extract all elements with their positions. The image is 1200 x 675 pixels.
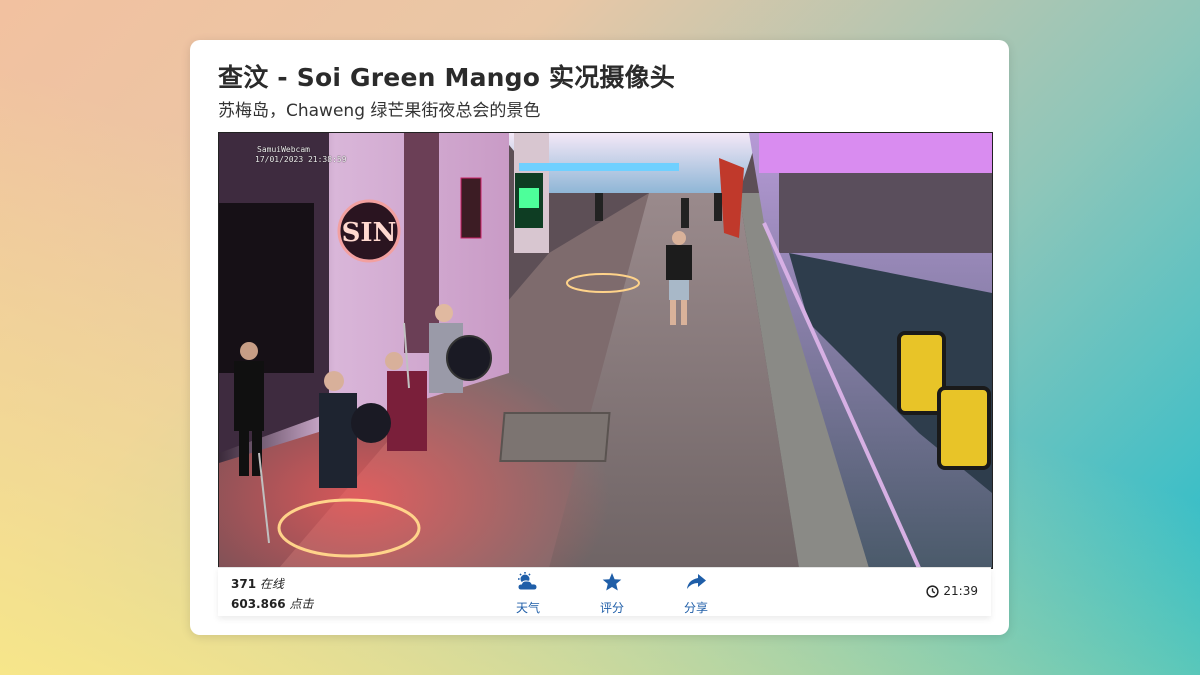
share-button[interactable]: 分享 xyxy=(666,572,726,616)
views-label: 点击 xyxy=(289,597,314,611)
online-stat: 371 在线 xyxy=(231,574,314,594)
clock-icon xyxy=(926,584,940,598)
webcam-image: SIN xyxy=(219,133,992,568)
views-count: 603.866 xyxy=(231,597,286,611)
share-label: 分享 xyxy=(683,601,708,615)
webcam-brand-overlay: SamuiWebcam xyxy=(257,145,310,154)
webcam-timestamp-overlay: 17/01/2023 21:38:59 xyxy=(255,155,347,164)
online-label: 在线 xyxy=(259,577,284,591)
rate-button[interactable]: 评分 xyxy=(582,572,642,616)
rate-label: 评分 xyxy=(599,601,624,615)
clock-time: 21:39 xyxy=(943,584,978,598)
weather-icon xyxy=(517,572,538,591)
share-icon xyxy=(687,574,706,589)
stats: 371 在线 603.866 点击 xyxy=(231,574,314,614)
page-subtitle: 苏梅岛，Chaweng 绿芒果街夜总会的景色 xyxy=(218,101,541,121)
views-stat: 603.866 点击 xyxy=(231,594,314,614)
webcam-stream[interactable]: SIN SamuiWebcam 17/01/2023 21:38:59 xyxy=(218,132,993,569)
weather-label: 天气 xyxy=(515,601,540,615)
star-icon xyxy=(602,573,622,591)
local-time: 21:39 xyxy=(926,584,978,598)
info-bar: 371 在线 603.866 点击 天气 评分 分享 21:39 xyxy=(218,567,991,616)
weather-button[interactable]: 天气 xyxy=(498,572,558,616)
page-title: 查汶 - Soi Green Mango 实况摄像头 xyxy=(218,63,676,92)
sin-sign: SIN xyxy=(342,218,397,248)
online-count: 371 xyxy=(231,577,257,591)
webcam-card: 查汶 - Soi Green Mango 实况摄像头 苏梅岛，Chaweng 绿… xyxy=(190,40,1009,635)
